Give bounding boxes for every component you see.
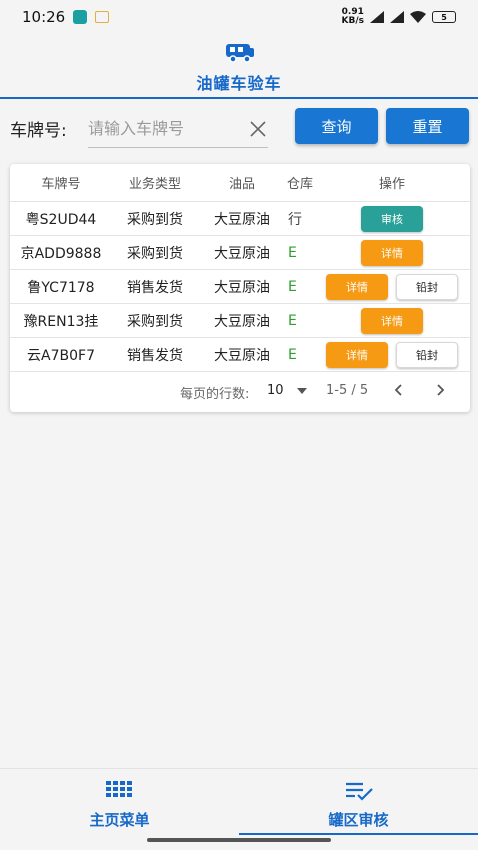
cell-plate: 云A7B0F7 (27, 347, 95, 364)
column-header-actions: 操作 (378, 177, 405, 192)
detail-button[interactable]: 详情 (361, 239, 423, 266)
network-speed-unit: KB/s (341, 16, 364, 26)
cell-actions: 详情 (314, 304, 470, 337)
cell-actions: 详情 铅封 (314, 270, 470, 303)
app-notification-icon-2 (95, 11, 110, 23)
nav-label-tank-audit: 罐区审核 (328, 811, 389, 829)
battery-level: 5 (441, 12, 447, 22)
caret-down-icon[interactable] (297, 388, 307, 394)
cell-plate: 豫REN13挂 (23, 313, 99, 330)
cell-depot: 行 (288, 211, 302, 228)
seal-button[interactable]: 铅封 (396, 273, 458, 300)
cell-actions: 详情 (314, 236, 470, 269)
rows-per-page-select[interactable]: 10 (267, 383, 284, 398)
cell-plate: 鲁YC7178 (27, 279, 95, 296)
search-bar: 车牌号: 查询 重置 (0, 106, 478, 150)
battery-icon: 5 (432, 11, 456, 23)
cell-depot: E (288, 312, 297, 329)
home-indicator[interactable] (147, 838, 331, 842)
wifi-icon (410, 11, 426, 23)
detail-button[interactable]: 详情 (326, 273, 388, 300)
cell-actions: 审核 (314, 202, 470, 235)
header-divider (0, 97, 478, 99)
cell-oil: 大豆原油 (214, 245, 270, 262)
seal-button[interactable]: 铅封 (396, 341, 458, 368)
cell-plate: 粤S2UD44 (25, 211, 97, 228)
signal-icon-2 (390, 11, 404, 23)
vehicle-table: 车牌号 业务类型 油品 仓库 操作 粤S2UD44 采购到货 大豆原油 行 审核… (10, 164, 470, 412)
nav-item-home-menu[interactable]: 主页菜单 (0, 769, 239, 835)
cell-plate: 京ADD9888 (20, 245, 102, 262)
page-title: 油罐车验车 (196, 74, 282, 93)
table-row: 鲁YC7178 销售发货 大豆原油 E 详情 铅封 (10, 270, 470, 304)
nav-label-home-menu: 主页菜单 (89, 811, 150, 829)
reset-button[interactable]: 重置 (386, 108, 469, 144)
grid-icon (106, 781, 132, 797)
page-range: 1-5 / 5 (326, 383, 369, 398)
table-row: 粤S2UD44 采购到货 大豆原油 行 审核 (10, 202, 470, 236)
detail-button[interactable]: 详情 (361, 307, 423, 334)
table-row: 豫REN13挂 采购到货 大豆原油 E 详情 (10, 304, 470, 338)
table-header: 车牌号 业务类型 油品 仓库 操作 (10, 164, 470, 202)
cell-oil: 大豆原油 (214, 211, 270, 228)
column-header-oil[interactable]: 油品 (198, 164, 286, 201)
cell-business-type: 采购到货 (127, 245, 183, 262)
table-row: 京ADD9888 采购到货 大豆原油 E 详情 (10, 236, 470, 270)
status-time: 10:26 (22, 8, 66, 26)
cell-business-type: 采购到货 (127, 211, 183, 228)
plate-label: 车牌号: (10, 121, 67, 141)
cell-oil: 大豆原油 (214, 347, 270, 364)
plate-input-wrapper (88, 110, 268, 148)
query-button[interactable]: 查询 (295, 108, 378, 144)
audit-button[interactable]: 审核 (361, 205, 423, 232)
cell-depot: E (288, 244, 297, 261)
column-header-depot[interactable]: 仓库 (286, 164, 314, 201)
rows-per-page-label: 每页的行数: (180, 387, 250, 402)
active-tab-indicator (239, 833, 478, 835)
detail-button[interactable]: 详情 (326, 341, 388, 368)
clear-icon[interactable] (248, 119, 268, 139)
cell-business-type: 采购到货 (127, 313, 183, 330)
cell-business-type: 销售发货 (127, 279, 183, 296)
column-header-plate[interactable]: 车牌号 (10, 164, 112, 201)
chevron-left-icon[interactable] (393, 383, 405, 397)
cell-oil: 大豆原油 (214, 279, 270, 296)
cell-actions: 详情 铅封 (314, 338, 470, 371)
chevron-right-icon[interactable] (434, 383, 446, 397)
page-header: 油罐车验车 (0, 34, 478, 94)
cell-depot: E (288, 278, 297, 295)
network-speed: 0.91 KB/s (342, 8, 364, 26)
column-header-business-type[interactable]: 业务类型 (112, 164, 198, 201)
nav-item-tank-audit[interactable]: 罐区审核 (239, 769, 478, 835)
status-bar: 10:26 0.91 KB/s 5 (0, 0, 478, 34)
cell-depot: E (288, 346, 297, 363)
signal-icon (370, 11, 384, 23)
tanker-truck-icon (226, 44, 254, 63)
cell-business-type: 销售发货 (127, 347, 183, 364)
plate-search-input[interactable] (88, 110, 238, 146)
cell-oil: 大豆原油 (214, 313, 270, 330)
table-pagination: 每页的行数: 10 1-5 / 5 (10, 372, 470, 410)
app-notification-icon (73, 10, 88, 24)
table-row: 云A7B0F7 销售发货 大豆原油 E 详情 铅封 (10, 338, 470, 372)
checklist-icon (346, 782, 373, 801)
bottom-navigation: 主页菜单 罐区审核 (0, 768, 478, 836)
